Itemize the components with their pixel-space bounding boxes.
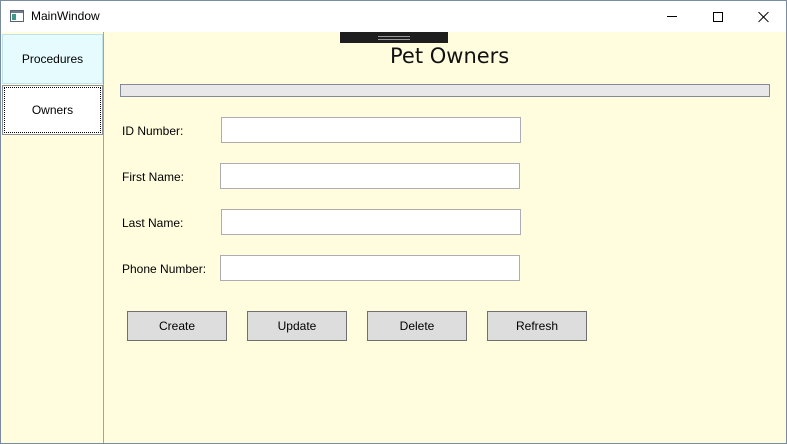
client-area: Procedures Owners Pet Owners ID Number: … <box>1 32 786 443</box>
title-bar[interactable]: MainWindow <box>1 1 786 32</box>
refresh-button[interactable]: Refresh <box>487 311 587 341</box>
first-name-input[interactable] <box>220 163 520 189</box>
nav-owners-button[interactable]: Owners <box>2 85 103 135</box>
grip-line <box>378 39 410 40</box>
last-name-input[interactable] <box>221 209 521 235</box>
close-icon <box>758 11 770 23</box>
minimize-icon <box>667 16 677 17</box>
close-button[interactable] <box>741 1 787 32</box>
nav-procedures-button[interactable]: Procedures <box>2 34 103 84</box>
page-title: Pet Owners <box>390 44 510 68</box>
app-window-icon <box>10 10 24 22</box>
phone-number-input[interactable] <box>220 255 520 281</box>
id-number-input[interactable] <box>221 117 521 143</box>
phone-number-label: Phone Number: <box>122 262 207 276</box>
delete-button[interactable]: Delete <box>367 311 467 341</box>
create-button[interactable]: Create <box>127 311 227 341</box>
minimize-button[interactable] <box>649 1 695 32</box>
last-name-label: Last Name: <box>122 216 184 230</box>
progress-bar <box>120 84 770 97</box>
main-window: MainWindow Procedures Owners Pet Owners … <box>0 0 787 444</box>
first-name-label: First Name: <box>122 170 185 184</box>
side-nav: Procedures Owners <box>1 32 104 443</box>
drag-handle[interactable] <box>340 32 448 43</box>
id-number-label: ID Number: <box>122 124 184 138</box>
update-button[interactable]: Update <box>247 311 347 341</box>
maximize-button[interactable] <box>695 1 741 32</box>
window-title: MainWindow <box>31 9 100 23</box>
maximize-icon <box>713 11 723 22</box>
grip-line <box>378 36 410 37</box>
